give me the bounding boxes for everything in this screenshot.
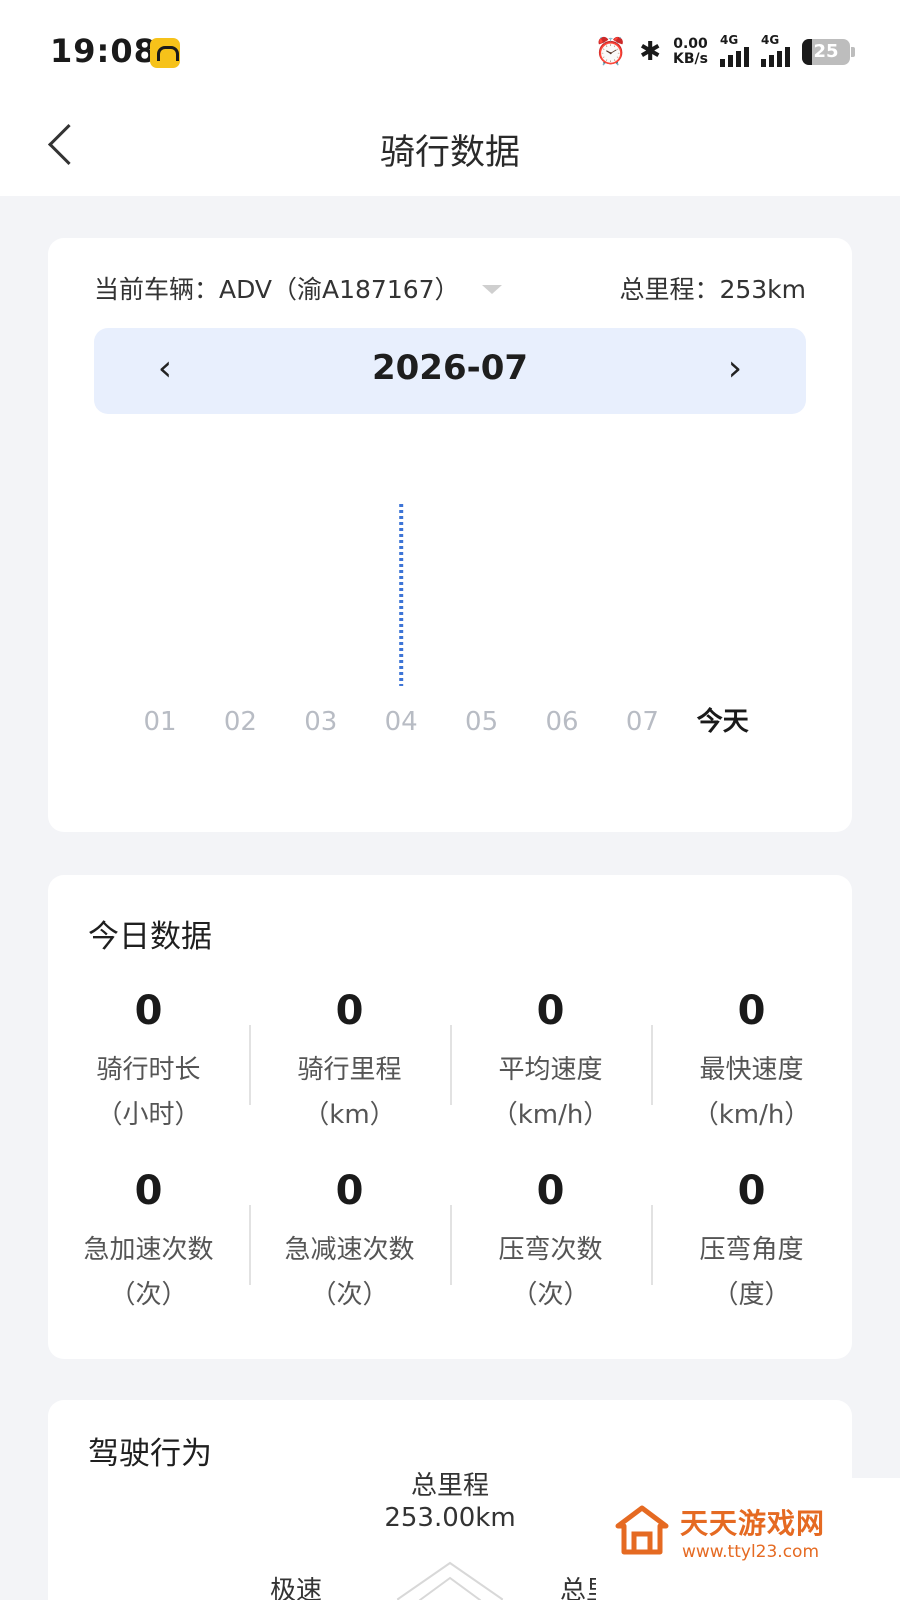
stat-hard-accel: 0 急加速次数 （次） [48, 1165, 249, 1345]
chevron-down-icon[interactable] [481, 284, 502, 294]
x-tick-label[interactable]: 今天 [697, 706, 749, 737]
radar-grid-outer [396, 1561, 504, 1600]
vehicle-selector[interactable]: 当前车辆：ADV（渝A187167） [94, 270, 502, 306]
x-tick-label[interactable]: 04 [385, 707, 418, 737]
month-label: 2026-07 [371, 348, 529, 388]
vehicle-label: 当前车辆：ADV（渝A187167） [94, 275, 460, 304]
x-tick-label[interactable]: 02 [224, 707, 257, 737]
stats-row: 0 急加速次数 （次） 0 急减速次数 （次） 0 压弯次数 （次） 0 压弯角… [48, 1165, 852, 1345]
today-data-card: 今日数据 0 骑行时长 （小时） 0 骑行里程 （km） 0 平均速度 （km/… [48, 875, 852, 1359]
net-speed-value: 0.00 [673, 36, 708, 52]
stat-unit: （度） [712, 1280, 791, 1310]
x-tick-label[interactable]: 03 [304, 707, 337, 737]
month-selector: ‹ 2026-07 › [94, 328, 806, 414]
stat-unit: （次） [310, 1280, 389, 1310]
stat-value: 0 [335, 988, 364, 1034]
nav-bar: 骑行数据 [0, 100, 900, 196]
stat-label: 骑行时长 [96, 1055, 201, 1085]
stat-label: 急减速次数 [284, 1235, 415, 1265]
next-month-button[interactable]: › [712, 346, 758, 392]
chart-svg: 01 02 03 04 05 06 07 今天 [143, 504, 749, 737]
total-mileage: 总里程：253km [619, 275, 806, 304]
bluetooth-icon: ✱ [639, 37, 662, 67]
stat-value: 0 [737, 1168, 766, 1214]
alarm-icon: ⏰ [594, 37, 628, 67]
stat-label: 压弯次数 [498, 1235, 603, 1265]
stat-unit: （km） [303, 1100, 396, 1130]
stat-label: 压弯角度 [699, 1235, 804, 1265]
stat-ride-distance: 0 骑行里程 （km） [249, 985, 450, 1165]
watermark-name: 天天游戏网 [680, 1507, 826, 1540]
sim1-label: 4G [720, 33, 739, 47]
today-title: 今日数据 [88, 919, 212, 955]
app-notification-icon [150, 38, 180, 68]
stat-lean-angle: 0 压弯角度 （度） [651, 1165, 852, 1345]
status-bar: 19:08 ⏰ ✱ 0.00 KB/s 4G 4G 25 [0, 0, 900, 100]
watermark: 天天游戏网 www.ttyl23.com [596, 1478, 900, 1600]
stats-grid: 0 骑行时长 （小时） 0 骑行里程 （km） 0 平均速度 （km/h） 0 … [48, 985, 852, 1345]
radar-grid-inner [418, 1576, 482, 1600]
stat-unit: （次） [511, 1280, 590, 1310]
stat-avg-speed: 0 平均速度 （km/h） [450, 985, 651, 1165]
status-time: 19:08 [50, 32, 157, 70]
signal-icon: 4G [720, 33, 749, 67]
x-tick-label[interactable]: 06 [545, 707, 578, 737]
stat-value: 0 [335, 1168, 364, 1214]
daily-chart: 01 02 03 04 05 06 07 今天 [128, 458, 778, 778]
stat-hard-brake: 0 急减速次数 （次） [249, 1165, 450, 1345]
stat-cornering-count: 0 压弯次数 （次） [450, 1165, 651, 1345]
watermark-url: www.ttyl23.com [682, 1542, 820, 1562]
signal-icon: 4G [761, 33, 790, 67]
stat-label: 平均速度 [498, 1055, 603, 1085]
stat-unit: （小时） [96, 1100, 201, 1130]
sim2-label: 4G [761, 33, 780, 47]
stat-ride-duration: 0 骑行时长 （小时） [48, 985, 249, 1165]
stat-value: 0 [737, 988, 766, 1034]
house-logo-icon [615, 1505, 669, 1555]
x-tick-label[interactable]: 05 [465, 707, 498, 737]
net-speed: 0.00 KB/s [673, 37, 708, 67]
stat-unit: （km/h） [692, 1100, 811, 1130]
stat-max-speed: 0 最快速度 （km/h） [651, 985, 852, 1165]
status-icons: ⏰ ✱ 0.00 KB/s 4G 4G 25 [594, 33, 855, 70]
net-speed-unit: KB/s [673, 51, 708, 67]
stat-label: 骑行里程 [297, 1055, 402, 1085]
stat-unit: （次） [109, 1280, 188, 1310]
battery-icon: 25 [802, 39, 855, 65]
monthly-chart-card: 当前车辆：ADV（渝A187167） 总里程：253km ‹ 2026-07 ›… [48, 238, 852, 832]
x-tick-label[interactable]: 01 [143, 707, 176, 737]
stat-label: 最快速度 [699, 1055, 804, 1085]
stat-unit: （km/h） [491, 1100, 610, 1130]
page-title: 骑行数据 [379, 133, 520, 173]
stat-value: 0 [536, 1168, 565, 1214]
stat-label: 急加速次数 [83, 1235, 214, 1265]
stat-value: 0 [134, 1168, 163, 1214]
stat-value: 0 [536, 988, 565, 1034]
x-tick-label[interactable]: 07 [626, 707, 659, 737]
stats-row: 0 骑行时长 （小时） 0 骑行里程 （km） 0 平均速度 （km/h） 0 … [48, 985, 852, 1165]
stat-value: 0 [134, 988, 163, 1034]
